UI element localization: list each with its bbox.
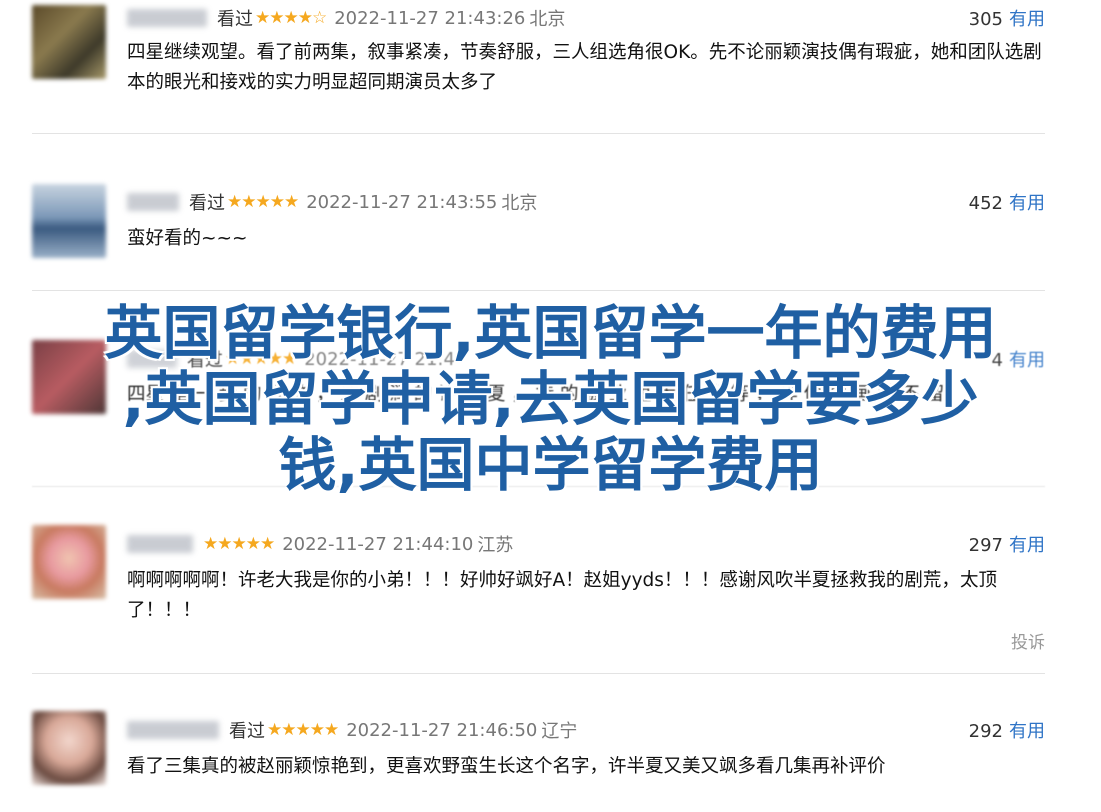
vote-count: 305 (968, 9, 1003, 30)
rating-stars: ★★★★★ (267, 720, 339, 740)
watch-status: 看过 (217, 9, 253, 30)
username[interactable] (127, 193, 179, 211)
rating-stars: ★★★★★ (203, 534, 275, 554)
comment-location: 北京 (501, 193, 538, 214)
vote-count: 297 (968, 535, 1003, 556)
divider (32, 290, 1045, 291)
avatar[interactable] (32, 525, 106, 599)
username[interactable] (127, 535, 193, 553)
divider (32, 673, 1045, 674)
avatar[interactable] (32, 184, 106, 258)
comment-time: 2022-11-27 21:43:55 (306, 191, 498, 213)
avatar[interactable] (32, 5, 106, 79)
comment-location: 北京 (529, 9, 566, 30)
comment-text: 四星继续观望。看了前两集，叙事紧凑，节奏舒服，三人组选角很OK。先不论丽颖演技偶… (127, 42, 1042, 93)
comment-text: 看了三集真的被赵丽颖惊艳到，更喜欢野蛮生长这个名字，许半夏又美又飒多看几集再补评… (127, 756, 886, 777)
comment-meta: 看过 ★★★★★ 2022-11-27 21:46:50 辽宁 (127, 717, 577, 743)
useful-button[interactable]: 有用 (1009, 193, 1045, 214)
comment-location: 辽宁 (541, 721, 578, 742)
avatar[interactable] (32, 711, 106, 785)
useful-button[interactable]: 有用 (1009, 9, 1045, 30)
overlay-line-3: 钱,英国中学留学费用 (278, 431, 823, 499)
vote-count: 452 (968, 193, 1003, 214)
rating-stars: ★★★★☆ (255, 8, 327, 28)
comment-meta: ★★★★★ 2022-11-27 21:44:10 江苏 (127, 531, 513, 557)
vote-area: 292 有用 (969, 717, 1045, 743)
comment-time: 2022-11-27 21:44:10 (282, 533, 474, 555)
rating-stars: ★★★★★ (227, 192, 299, 212)
watch-status: 看过 (189, 193, 225, 214)
overlay-line-2: ,英国留学申请,去英国留学要多少 (122, 365, 979, 433)
watch-status: 看过 (229, 721, 265, 742)
overlay-headline: 英国留学银行,英国留学一年的费用 ,英国留学申请,去英国留学要多少 钱,英国中学… (0, 300, 1101, 498)
comment-meta: 看过 ★★★★★ 2022-11-27 21:43:55 北京 (127, 189, 537, 215)
useful-button[interactable]: 有用 (1009, 535, 1045, 556)
username[interactable] (127, 9, 207, 27)
comment-text: 啊啊啊啊啊！许老大我是你的小弟！！！好帅好飒好A！赵姐yyds！！！感谢风吹半夏… (127, 570, 997, 621)
divider (32, 133, 1045, 134)
comment-meta: 看过 ★★★★☆ 2022-11-27 21:43:26 北京 (127, 5, 565, 31)
vote-area: 305 有用 (969, 5, 1045, 31)
overlay-line-1: 英国留学银行,英国留学一年的费用 (104, 299, 997, 367)
vote-area: 297 有用 (969, 531, 1045, 557)
report-button[interactable]: 投诉 (1011, 628, 1045, 653)
username[interactable] (127, 721, 219, 739)
comment-time: 2022-11-27 21:43:26 (334, 7, 526, 29)
comment-text: 蛮好看的~~~ (127, 228, 248, 249)
vote-count: 292 (968, 721, 1003, 742)
comment-time: 2022-11-27 21:46:50 (346, 719, 538, 741)
comment-location: 江苏 (477, 535, 514, 556)
useful-button[interactable]: 有用 (1009, 721, 1045, 742)
vote-area: 452 有用 (969, 189, 1045, 215)
